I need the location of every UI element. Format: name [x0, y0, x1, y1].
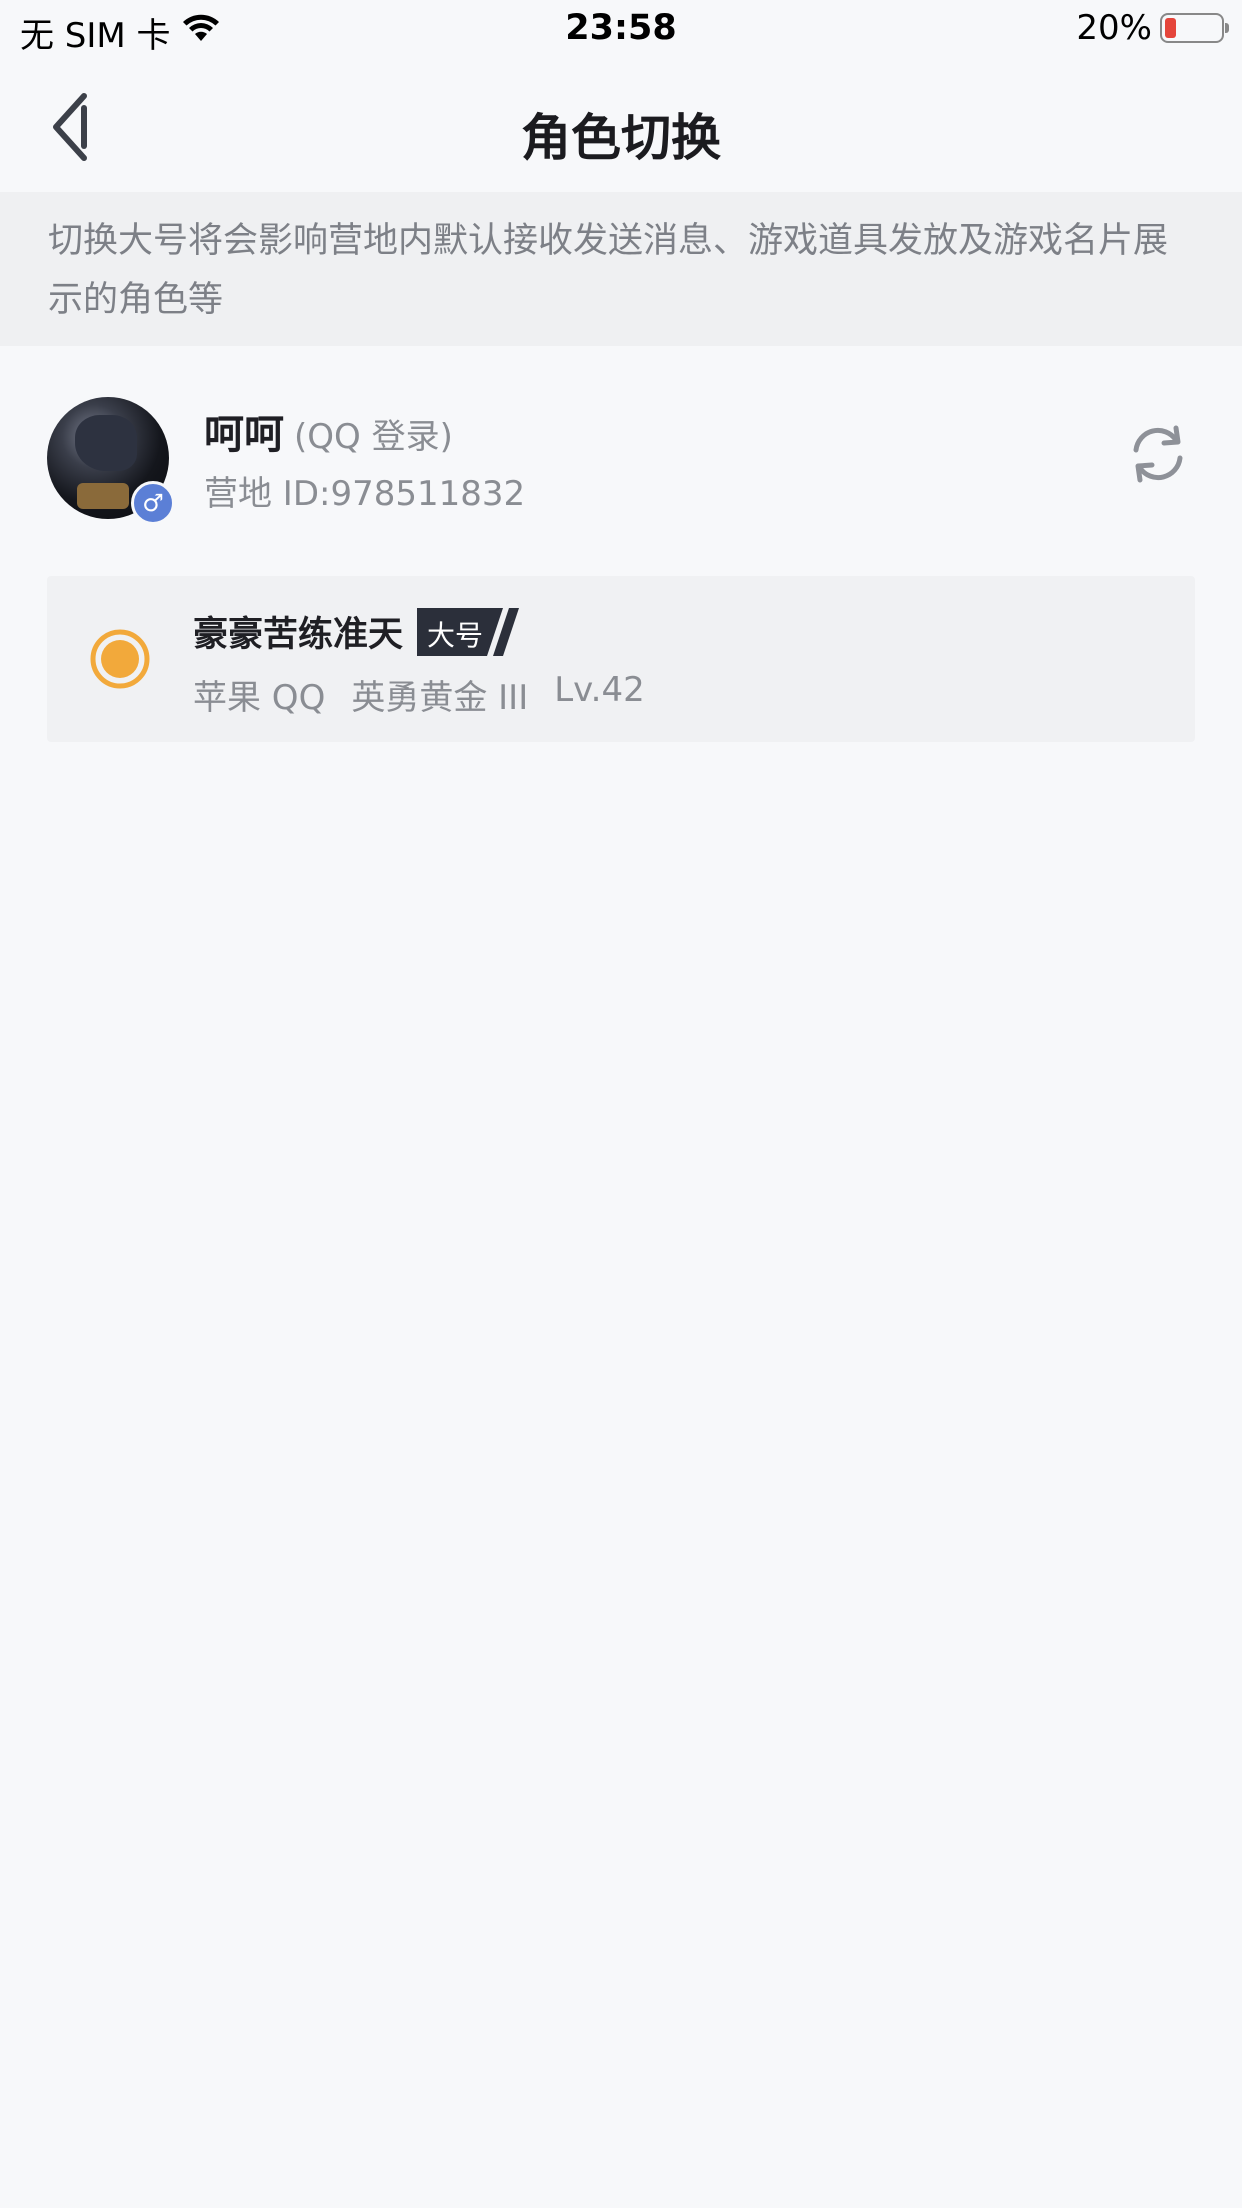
status-time: 23:58	[565, 8, 677, 48]
status-bar: 无 SIM 卡 23:58 20%	[0, 0, 1242, 62]
role-rank: 英勇黄金 III	[351, 678, 529, 718]
refresh-icon	[1133, 425, 1183, 483]
account-id: 营地 ID:978511832	[204, 474, 526, 514]
role-radio[interactable]	[89, 628, 151, 690]
role-card[interactable]: 豪豪苦练准天 大号 苹果 QQ 英勇黄金 III Lv.42	[47, 576, 1195, 742]
avatar[interactable]: ♂	[47, 397, 175, 525]
page-title: 角色切换	[521, 109, 721, 167]
account-name: 呵呵	[204, 412, 284, 458]
notice-text: 切换大号将会影响营地内默认接收发送消息、游戏道具发放及游戏名片展示的角色等	[48, 221, 1169, 320]
role-name-row: 豪豪苦练准天 大号	[193, 606, 525, 657]
male-icon: ♂	[131, 481, 175, 525]
role-platform: 苹果 QQ	[193, 678, 326, 718]
account-row: ♂ 呵呵 (QQ 登录) 营地 ID:978511832	[0, 382, 1242, 534]
battery-level	[1165, 18, 1176, 38]
role-name: 豪豪苦练准天	[193, 615, 404, 655]
battery-percent: 20%	[1076, 8, 1152, 48]
avatar-strap-shape	[77, 483, 129, 509]
battery-icon	[1160, 13, 1229, 43]
avatar-glove-shape	[75, 415, 137, 471]
account-name-row: 呵呵 (QQ 登录)	[204, 402, 453, 460]
main-account-badge-label: 大号	[427, 618, 484, 652]
radio-selected-icon	[90, 629, 150, 689]
status-right: 20%	[1076, 8, 1229, 48]
main-account-badge: 大号	[417, 607, 525, 656]
role-level: Lv.42	[554, 670, 645, 710]
notice-banner: 切换大号将会影响营地内默认接收发送消息、游戏道具发放及游戏名片展示的角色等	[0, 192, 1242, 346]
nav-bar: 角色切换	[0, 62, 1242, 190]
role-meta: 苹果 QQ 英勇黄金 III Lv.42	[193, 670, 645, 719]
account-login-type: (QQ 登录)	[294, 417, 453, 457]
switch-account-button[interactable]	[1126, 422, 1190, 486]
